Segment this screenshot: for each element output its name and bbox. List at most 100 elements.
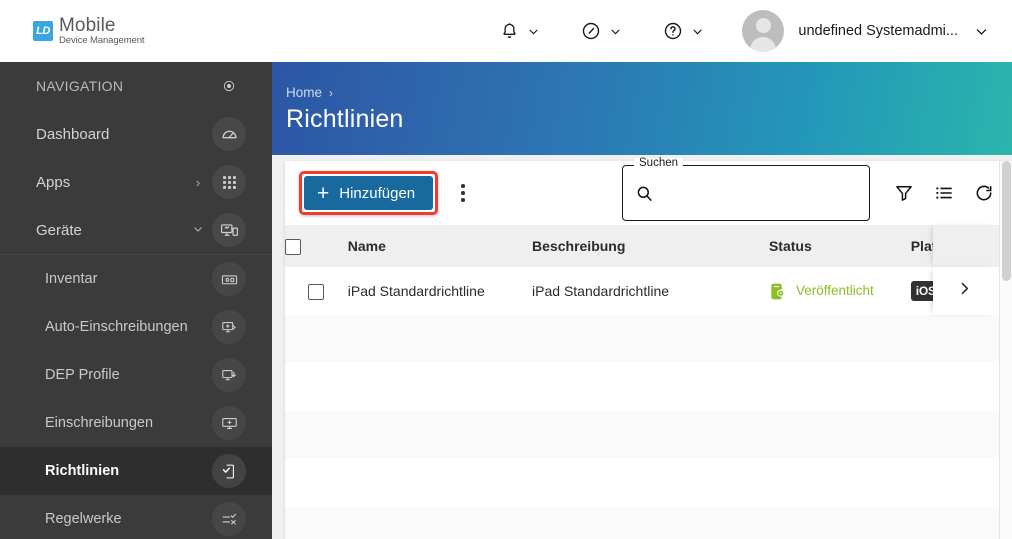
list-view-icon[interactable] (924, 173, 964, 213)
compass-icon (578, 18, 604, 44)
chevron-down-icon (974, 24, 989, 39)
bell-icon (496, 18, 522, 44)
brand-name: Mobile (59, 15, 116, 37)
sidebar-header-label: NAVIGATION (36, 78, 124, 94)
breadcrumb-home-link[interactable]: Home (286, 85, 322, 100)
cell-description: iPad Standardrichtline (532, 283, 670, 299)
monitor-download-icon (212, 358, 246, 392)
refresh-icon[interactable] (964, 173, 1004, 213)
table-header-row: Name Beschreibung Status Plat (285, 225, 1012, 267)
policies-table: Name Beschreibung Status Plat iPad Stand… (285, 225, 1012, 539)
row-select-cell (285, 267, 348, 315)
table-row-empty (285, 459, 1012, 507)
sidebar-item-geraete[interactable]: Geräte (0, 206, 272, 254)
search-field[interactable]: Suchen (622, 157, 870, 221)
cell-status: Veröffentlicht (769, 267, 911, 315)
sidebar-item-label: Auto-Einschreibungen (45, 319, 188, 335)
brand-badge-text: LD (36, 25, 50, 37)
content-card: + Hinzufügen Suchen Name Beschreibung St… (285, 157, 1012, 539)
top-bar-actions: undefined Systemadmi... (491, 0, 1012, 62)
select-all-header (285, 225, 348, 267)
sidebar-item-label: Richtlinien (45, 463, 120, 479)
table-scrollbar[interactable] (999, 161, 1012, 539)
user-menu[interactable]: undefined Systemadmi... (737, 10, 994, 52)
column-header-beschreibung[interactable]: Beschreibung (532, 225, 769, 267)
pin-target-icon[interactable] (212, 69, 246, 103)
sidebar-header-navigation: NAVIGATION (0, 62, 272, 110)
grid-apps-icon (212, 165, 246, 199)
sidebar-navigation: NAVIGATION Dashboard Apps › Geräte Inven… (0, 62, 272, 539)
table-row[interactable]: iPad Standardrichtline iPad Standardrich… (285, 267, 1012, 315)
user-name-label: undefined Systemadmi... (798, 23, 958, 39)
top-bar: LD Mobile Device Management undefined Sy… (0, 0, 1012, 62)
funnel-filter-icon[interactable] (884, 173, 924, 213)
notifications-menu[interactable] (491, 18, 545, 44)
chevron-down-icon (188, 223, 208, 238)
table-row-empty (285, 363, 1012, 411)
sidebar-item-label: DEP Profile (45, 367, 120, 383)
search-field-label: Suchen (634, 157, 684, 170)
sidebar-item-regelwerke[interactable]: Regelwerke (0, 495, 272, 539)
page-header: Home › Richtlinien (272, 62, 1012, 155)
column-header-status[interactable]: Status (768, 225, 911, 267)
sidebar-item-label: Apps (36, 173, 71, 191)
sidebar-item-auto-einschreibungen[interactable]: Auto-Einschreibungen (0, 303, 272, 351)
sidebar-item-dep-profile[interactable]: DEP Profile (0, 351, 272, 399)
cell-name: iPad Standardrichtline (347, 283, 485, 299)
chevron-down-icon (691, 25, 704, 38)
sidebar-item-label: Dashboard (36, 125, 110, 143)
speedometer-icon (212, 117, 246, 151)
sidebar-item-label: Inventar (45, 271, 98, 287)
chevron-right-icon: › (329, 85, 334, 100)
column-header-name[interactable]: Name (347, 225, 533, 267)
table-body: iPad Standardrichtline iPad Standardrich… (285, 267, 1012, 539)
sidebar-item-dashboard[interactable]: Dashboard (0, 110, 272, 158)
main-content: Home › Richtlinien + Hinzufügen Suchen N… (272, 62, 1012, 539)
search-input[interactable] (654, 178, 869, 208)
sidebar-item-label: Einschreibungen (45, 415, 154, 431)
row-detail-button[interactable] (933, 267, 995, 315)
monitor-plus-icon (212, 406, 246, 440)
policy-document-icon (212, 454, 246, 488)
add-button-highlight: + Hinzufügen (299, 171, 439, 215)
sidebar-item-label: Geräte (36, 221, 82, 239)
chevron-down-icon (527, 25, 540, 38)
chevron-down-icon (609, 25, 622, 38)
published-device-icon (769, 282, 787, 301)
sidebar-item-richtlinien[interactable]: Richtlinien (0, 447, 272, 495)
more-vertical-icon[interactable] (450, 176, 476, 210)
table-header: Name Beschreibung Status Plat (285, 225, 1012, 267)
chevron-right-icon (956, 280, 973, 302)
brand-logo[interactable]: LD Mobile Device Management (33, 15, 145, 47)
avatar (742, 10, 785, 52)
add-button-label: Hinzufügen (339, 184, 416, 202)
sidebar-item-inventar[interactable]: Inventar (0, 255, 272, 303)
table-row-empty (285, 411, 1012, 459)
question-circle-icon (660, 18, 686, 44)
help-menu[interactable] (655, 18, 709, 44)
rules-check-icon (212, 502, 246, 536)
breadcrumb: Home › (286, 85, 1012, 100)
sidebar-item-einschreibungen[interactable]: Einschreibungen (0, 399, 272, 447)
scrollbar-thumb[interactable] (1002, 161, 1011, 281)
feedback-menu[interactable] (573, 18, 627, 44)
chevron-right-icon: › (195, 174, 201, 190)
brand-badge-icon: LD (33, 21, 53, 41)
row-checkbox[interactable] (308, 283, 325, 300)
monitor-phone-icon (212, 213, 246, 247)
sidebar-item-label: Regelwerke (45, 511, 122, 527)
monitor-plus-arrow-icon (212, 310, 246, 344)
column-header-plattform[interactable]: Plat (910, 225, 1012, 267)
application-window: LD Mobile Device Management undefined Sy… (0, 0, 1012, 539)
brand-tagline: Device Management (59, 35, 145, 47)
sidebar-item-apps[interactable]: Apps › (0, 158, 272, 206)
table-toolbar: + Hinzufügen Suchen (285, 157, 1012, 225)
add-button[interactable]: + Hinzufügen (304, 176, 434, 210)
page-title: Richtlinien (286, 105, 404, 133)
select-all-checkbox[interactable] (285, 238, 301, 255)
search-icon (635, 184, 654, 203)
plus-icon: + (317, 181, 330, 205)
table-row-empty (285, 507, 1012, 539)
table-row-empty (285, 315, 1012, 363)
device-inventory-icon (212, 262, 246, 296)
